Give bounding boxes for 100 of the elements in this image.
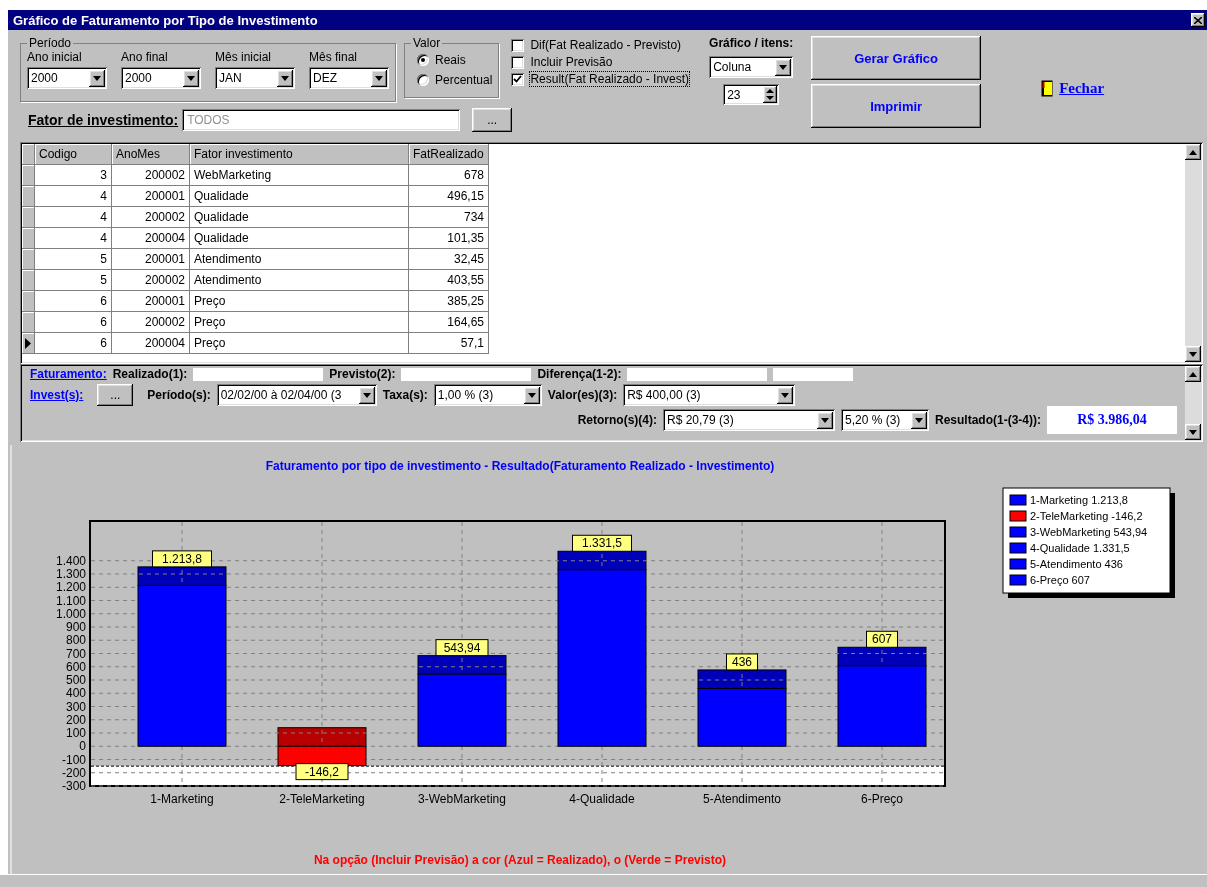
table-cell: Atendimento xyxy=(190,270,409,291)
checkbox[interactable] xyxy=(511,55,525,69)
axis-tick-label: 500 xyxy=(65,673,86,687)
dropdown[interactable]: DEZ xyxy=(309,67,389,89)
table-cell: 6 xyxy=(35,291,112,312)
scrollbar[interactable] xyxy=(1185,366,1201,440)
dropdown[interactable]: 5,20 % (3) xyxy=(841,409,929,431)
dropdown[interactable]: JAN xyxy=(215,67,295,89)
dropdown[interactable]: R$ 20,79 (3) xyxy=(663,409,835,431)
category-label: 6-Preço xyxy=(861,792,903,806)
close-link[interactable]: Fechar xyxy=(1041,80,1105,97)
group-title: Período xyxy=(28,36,73,50)
value-label: 543,94 xyxy=(435,639,489,657)
field-label: Mês final xyxy=(309,50,359,64)
scrollbar[interactable] xyxy=(1185,144,1201,362)
browse-button[interactable]: ... xyxy=(97,384,134,406)
caret-icon xyxy=(375,75,383,81)
field-label: Ano final xyxy=(121,50,169,64)
axis-tick-label: 200 xyxy=(65,712,86,727)
axis-tick-label: -200 xyxy=(61,765,86,780)
legend-label: 3-WebMarketing 543,94 xyxy=(1030,526,1148,538)
category-label: 5-Atendimento xyxy=(703,792,781,806)
table-cell: 3 xyxy=(35,165,112,186)
table-cell: Atendimento xyxy=(190,249,409,270)
field-label: Ano inicial xyxy=(27,50,83,64)
checkbox-label: Result(Fat Realizado - Invest) xyxy=(530,72,690,86)
axis-tick-label: 900 xyxy=(65,620,86,634)
table-cell: 200002 xyxy=(112,207,190,228)
table-cell: 200004 xyxy=(112,333,190,354)
checkbox[interactable] xyxy=(511,38,525,52)
checkbox[interactable] xyxy=(511,72,525,86)
axis-tick-label: 0 xyxy=(79,739,86,754)
up-arrow-icon xyxy=(1189,371,1197,377)
caret-icon xyxy=(779,64,788,70)
axis-tick-label: 100 xyxy=(65,726,86,740)
radio-option[interactable]: Percentual xyxy=(411,70,493,90)
table-cell: 4 xyxy=(35,228,112,249)
close-icon xyxy=(1194,16,1202,24)
header-corner xyxy=(22,144,35,165)
caret-icon xyxy=(281,75,289,81)
radio-option[interactable]: Reais xyxy=(411,50,493,70)
column-header: FatRealizado xyxy=(409,144,489,165)
dropdown[interactable]: Coluna xyxy=(709,56,794,78)
axis-tick-label: -100 xyxy=(61,752,86,767)
field-label: Resultado(1-(3-4)): xyxy=(935,413,1041,427)
column-header: Fator investimento xyxy=(190,144,409,165)
value-label: 1.331,5 xyxy=(572,534,632,552)
axis-tick-label: 700 xyxy=(65,646,86,661)
legend-label: 6-Preço 607 xyxy=(1030,574,1090,586)
category-label: 3-WebMarketing xyxy=(418,792,506,806)
chart-note: Na opção (Incluir Previsão) a cor (Azul = Realizado), o (Verde = Previsto) xyxy=(312,853,728,867)
category-label: 2-TeleMarketing xyxy=(279,792,365,806)
table-cell: 678 xyxy=(409,165,489,186)
dropdown[interactable]: R$ 400,00 (3) xyxy=(623,384,796,406)
table-cell: 403,55 xyxy=(409,270,489,291)
checkbox-label: Dif(Fat Realizado - Previsto) xyxy=(530,38,682,52)
table-cell: Preço xyxy=(190,291,409,312)
faturamento-link[interactable]: Faturamento: xyxy=(30,367,107,381)
action-button[interactable]: Gerar Gráfico xyxy=(811,36,982,80)
text-field[interactable]: TODOS xyxy=(182,109,461,131)
table-cell: Preço xyxy=(190,312,409,333)
caret-icon xyxy=(93,75,101,81)
dropdown[interactable]: 1,00 % (3) xyxy=(433,384,542,406)
invest-link[interactable]: Invest(s): xyxy=(30,388,84,402)
table-cell: Qualidade xyxy=(190,228,409,249)
dropdown[interactable]: 2000 xyxy=(27,67,107,89)
table-cell: 6 xyxy=(35,333,112,354)
table-cell: 200001 xyxy=(112,291,190,312)
field-label: Diferença(1-2): xyxy=(537,367,622,381)
browse-button[interactable]: ... xyxy=(472,108,513,132)
table-cell: 734 xyxy=(409,207,489,228)
column-header: AnoMes xyxy=(112,144,190,165)
axis-tick-label: 1.400 xyxy=(55,553,86,568)
table-cell: 200002 xyxy=(112,165,190,186)
dropdown[interactable]: 2000 xyxy=(121,67,201,89)
dropdown[interactable]: 02/02/00 à 02/04/00 (3 xyxy=(216,384,377,406)
close-button[interactable] xyxy=(1191,13,1205,27)
field-label: Gráfico / itens: xyxy=(709,36,794,50)
table-cell: WebMarketing xyxy=(190,165,409,186)
table-cell: 57,1 xyxy=(409,333,489,354)
axis-tick-label: 600 xyxy=(65,659,86,674)
row-selector[interactable] xyxy=(22,333,35,354)
caret-icon xyxy=(915,417,923,423)
caret-icon xyxy=(187,75,195,81)
field-label: Fator de investimento: xyxy=(28,112,179,128)
chart-title: Faturamento por tipo de investimento - Resultado(Faturamento Realizado - Investimento) xyxy=(264,459,776,473)
row-pointer-icon xyxy=(25,337,31,349)
caret-icon xyxy=(527,392,536,398)
field-label: Mês inicial xyxy=(215,50,272,64)
group-title: Valor xyxy=(412,36,442,50)
table-cell: 200001 xyxy=(112,186,190,207)
spin-field[interactable]: 23 xyxy=(723,84,780,105)
table-cell: 4 xyxy=(35,186,112,207)
legend-label: 2-TeleMarketing -146,2 xyxy=(1030,510,1143,522)
value-label: 436 xyxy=(726,653,758,671)
field-label: Taxa(s): xyxy=(382,388,428,402)
action-button[interactable]: Imprimir xyxy=(811,84,982,128)
value-label: 607 xyxy=(866,630,898,648)
table-cell: 200004 xyxy=(112,228,190,249)
table-cell: 5 xyxy=(35,270,112,291)
